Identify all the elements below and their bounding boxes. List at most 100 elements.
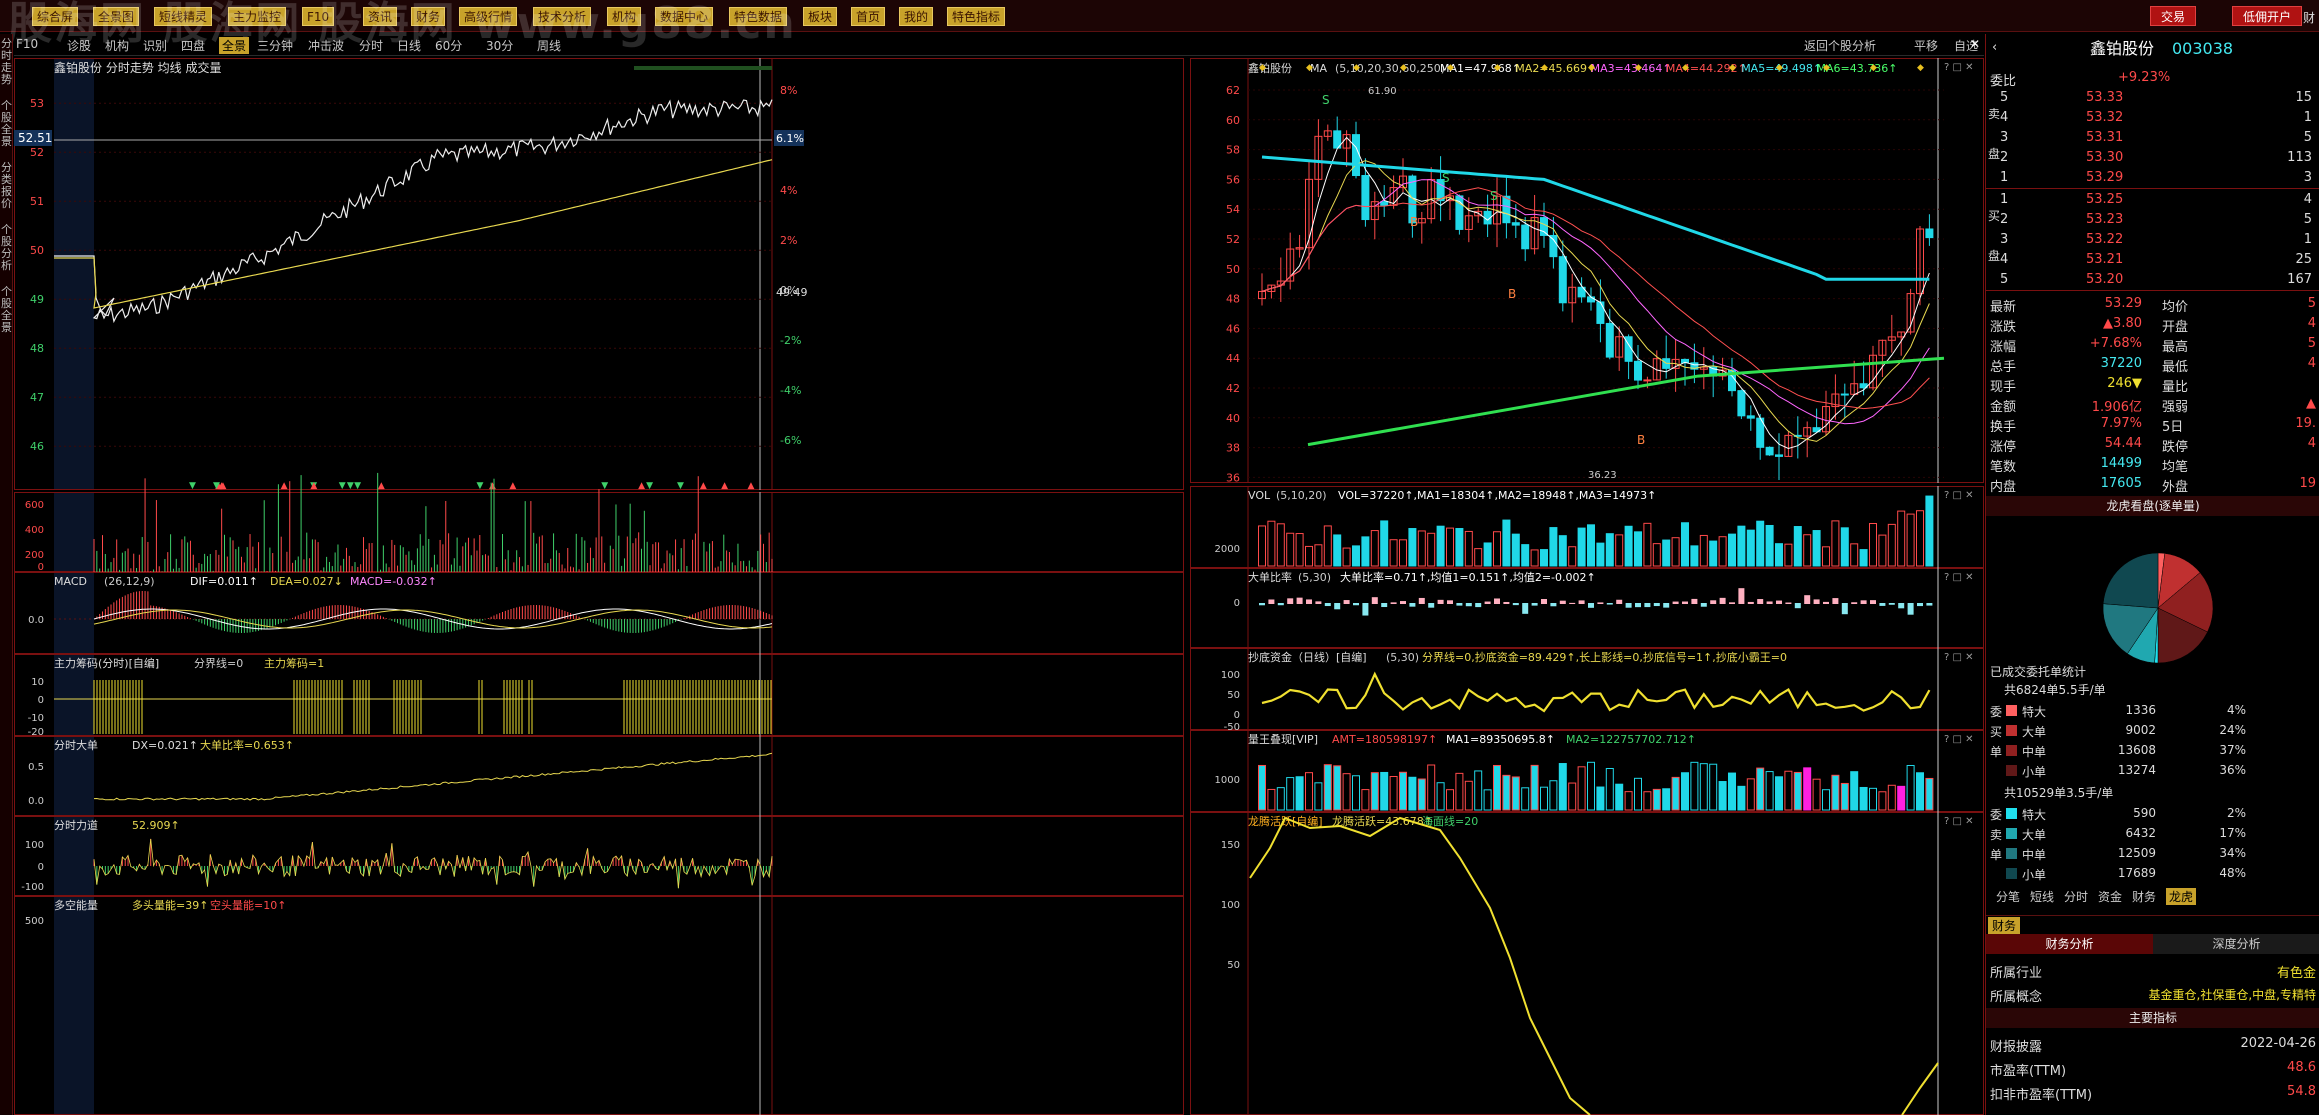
toolbar-btn-3[interactable]: 识别 bbox=[143, 37, 167, 54]
ve-bar bbox=[1690, 761, 1699, 811]
strip-tab-1[interactable]: 个股全景 bbox=[1, 100, 12, 148]
trade-button[interactable]: 交易 bbox=[2150, 6, 2197, 26]
dvol-bar bbox=[1652, 543, 1661, 567]
trade-signal: S bbox=[1490, 189, 1498, 203]
br-bar bbox=[1597, 602, 1604, 604]
menu-item-14[interactable]: 我的 bbox=[899, 7, 934, 26]
diamond-marker: ◆ bbox=[1682, 63, 1689, 73]
depth-analysis-tab[interactable]: 深度分析 bbox=[2153, 934, 2319, 954]
energy-value2: 空头量能=10↑ bbox=[210, 898, 286, 912]
bottom-fund-panel-controls[interactable]: ? □ ✕ bbox=[1944, 652, 1974, 663]
toolbar-btn-9[interactable]: 日线 bbox=[397, 37, 421, 54]
strip-tab-2[interactable]: 分类报价 bbox=[1, 162, 12, 210]
daily-tick: 40 bbox=[1226, 412, 1240, 425]
ve-bar bbox=[1840, 782, 1849, 811]
candle bbox=[1765, 446, 1774, 456]
candle bbox=[1634, 360, 1642, 381]
dvol-bar bbox=[1803, 534, 1812, 567]
more-menu[interactable]: 财 bbox=[2303, 9, 2315, 26]
dvol-bar bbox=[1784, 543, 1793, 567]
daily-vol-panel-controls[interactable]: ? □ ✕ bbox=[1944, 490, 1974, 501]
ve-bar bbox=[1361, 789, 1370, 811]
candle bbox=[1737, 390, 1746, 417]
chip-tick: 0 bbox=[38, 695, 44, 706]
br-bar bbox=[1315, 601, 1322, 604]
br-bar bbox=[1870, 600, 1876, 604]
daily-tick: 42 bbox=[1226, 382, 1240, 395]
toolbar-btn-5[interactable]: 全景 bbox=[219, 37, 250, 54]
stat-row-4: 现手 246▼ 量比 bbox=[1990, 376, 2189, 395]
menu-item-15[interactable]: 特色指标 bbox=[947, 7, 1006, 26]
ve-bar bbox=[1455, 772, 1464, 811]
big-ratio-panel-controls[interactable]: ? □ ✕ bbox=[1944, 572, 1974, 583]
toolbar-btn-6[interactable]: 三分钟 bbox=[257, 37, 293, 54]
menu-item-13[interactable]: 首页 bbox=[851, 7, 886, 26]
ve-amt: AMT=180598197↑ bbox=[1332, 733, 1437, 746]
toolbar-btn-11[interactable]: 30分 bbox=[486, 37, 513, 54]
strip-tab-0[interactable]: 分时走势 bbox=[1, 38, 12, 86]
ve-bar bbox=[1822, 789, 1830, 811]
vol-tick: 200 bbox=[25, 550, 44, 561]
dvol-bar bbox=[1464, 530, 1473, 567]
fin-analysis-tab[interactable]: 财务分析 bbox=[1986, 934, 2153, 954]
buy-side-label: 买盘 bbox=[1988, 209, 2001, 263]
br-bar bbox=[1362, 603, 1369, 616]
dragon-section-title: 龙虎看盘(逐单量) bbox=[1986, 496, 2319, 516]
legend-swatch bbox=[2006, 765, 2017, 776]
menu-item-12[interactable]: 板块 bbox=[803, 7, 838, 26]
ve-bar bbox=[1493, 764, 1501, 811]
strip-tab-4[interactable]: 个股全景 bbox=[1, 286, 12, 334]
dvol-bar bbox=[1408, 528, 1417, 567]
stat-row-5: 金额 1.906亿 强弱 ▲ bbox=[1990, 396, 2316, 415]
toolbar-right-1[interactable]: 平移 bbox=[1914, 37, 1938, 54]
buy-row-2: 中单 13608 37% bbox=[1986, 741, 2319, 761]
br-bar bbox=[1672, 601, 1679, 604]
toolbar-btn-12[interactable]: 周线 bbox=[537, 37, 561, 54]
ve-bar bbox=[1671, 776, 1680, 811]
dvol-bar bbox=[1831, 520, 1840, 567]
br-bar bbox=[1710, 600, 1717, 604]
close-icon[interactable]: ✕ bbox=[1970, 37, 1980, 51]
toolbar-btn-7[interactable]: 冲击波 bbox=[308, 37, 344, 54]
daily-tick: 56 bbox=[1226, 173, 1240, 186]
intraday-chart-area: 鑫铂股份 分时走势 均线 成交量53525150494847468%6%4%2%… bbox=[14, 58, 1184, 1115]
tab-finance[interactable]: 财务 bbox=[1988, 917, 2021, 934]
dvol-bar bbox=[1502, 519, 1511, 567]
dvol-bar bbox=[1793, 526, 1802, 567]
quote-sidebar: ‹ 鑫铂股份 003038 委比 +9.23% 5 53.33 15 4 53.32 1 3… bbox=[1985, 34, 2319, 1115]
strip-tab-3[interactable]: 个股分析 bbox=[1, 224, 12, 272]
toolbar-btn-4[interactable]: 四盘 bbox=[181, 37, 205, 54]
sidebar-tab-4[interactable]: 财务 bbox=[2132, 888, 2156, 905]
toolbar-btn-1[interactable]: 诊股 bbox=[67, 37, 91, 54]
daily-panel-controls[interactable]: ? □ ✕ bbox=[1944, 62, 1974, 73]
sidebar-tab-1[interactable]: 短线 bbox=[2030, 888, 2054, 905]
pct-tick: 2% bbox=[780, 234, 797, 247]
back-icon[interactable]: ‹ bbox=[1992, 38, 1997, 58]
daily-params: (5,10,20,30,60,250) bbox=[1335, 62, 1445, 75]
br-bar bbox=[1606, 603, 1613, 605]
candle bbox=[1746, 415, 1755, 419]
daily-tick: 44 bbox=[1226, 352, 1240, 365]
buy-row-1: 大单 9002 24% bbox=[1986, 721, 2319, 741]
chip-tick: 10 bbox=[31, 677, 44, 688]
toolbar-btn-10[interactable]: 60分 bbox=[435, 37, 462, 54]
trade-signal: S bbox=[1442, 171, 1450, 185]
sell-row-2: 中单 12509 34% bbox=[1986, 844, 2319, 864]
toolbar-btn-0[interactable]: F10 bbox=[16, 37, 38, 51]
dvol-bar bbox=[1690, 545, 1699, 567]
signal-marker: ▼ bbox=[339, 481, 346, 491]
toolbar-btn-2[interactable]: 机构 bbox=[105, 37, 129, 54]
sidebar-tab-3[interactable]: 资金 bbox=[2098, 888, 2122, 905]
vol-emerge-panel-controls[interactable]: ? □ ✕ bbox=[1944, 734, 1974, 745]
dragon-panel-controls[interactable]: ? □ ✕ bbox=[1944, 816, 1974, 827]
br-bar bbox=[1691, 598, 1698, 604]
toolbar-btn-8[interactable]: 分时 bbox=[359, 37, 383, 54]
sidebar-tab-2[interactable]: 分时 bbox=[2064, 888, 2088, 905]
sidebar-tab-0[interactable]: 分笔 bbox=[1996, 888, 2020, 905]
open-account-button[interactable]: 低佣开户 bbox=[2232, 6, 2303, 26]
br-bar bbox=[1757, 599, 1764, 604]
stat-row-1: 涨跌 ▲3.80 开盘 4 bbox=[1990, 316, 2316, 335]
sidebar-tab-5[interactable]: 龙虎 bbox=[2166, 888, 2197, 905]
signal-marker: ▼ bbox=[646, 481, 653, 491]
toolbar-right-0[interactable]: 返回个股分析 bbox=[1804, 37, 1876, 54]
